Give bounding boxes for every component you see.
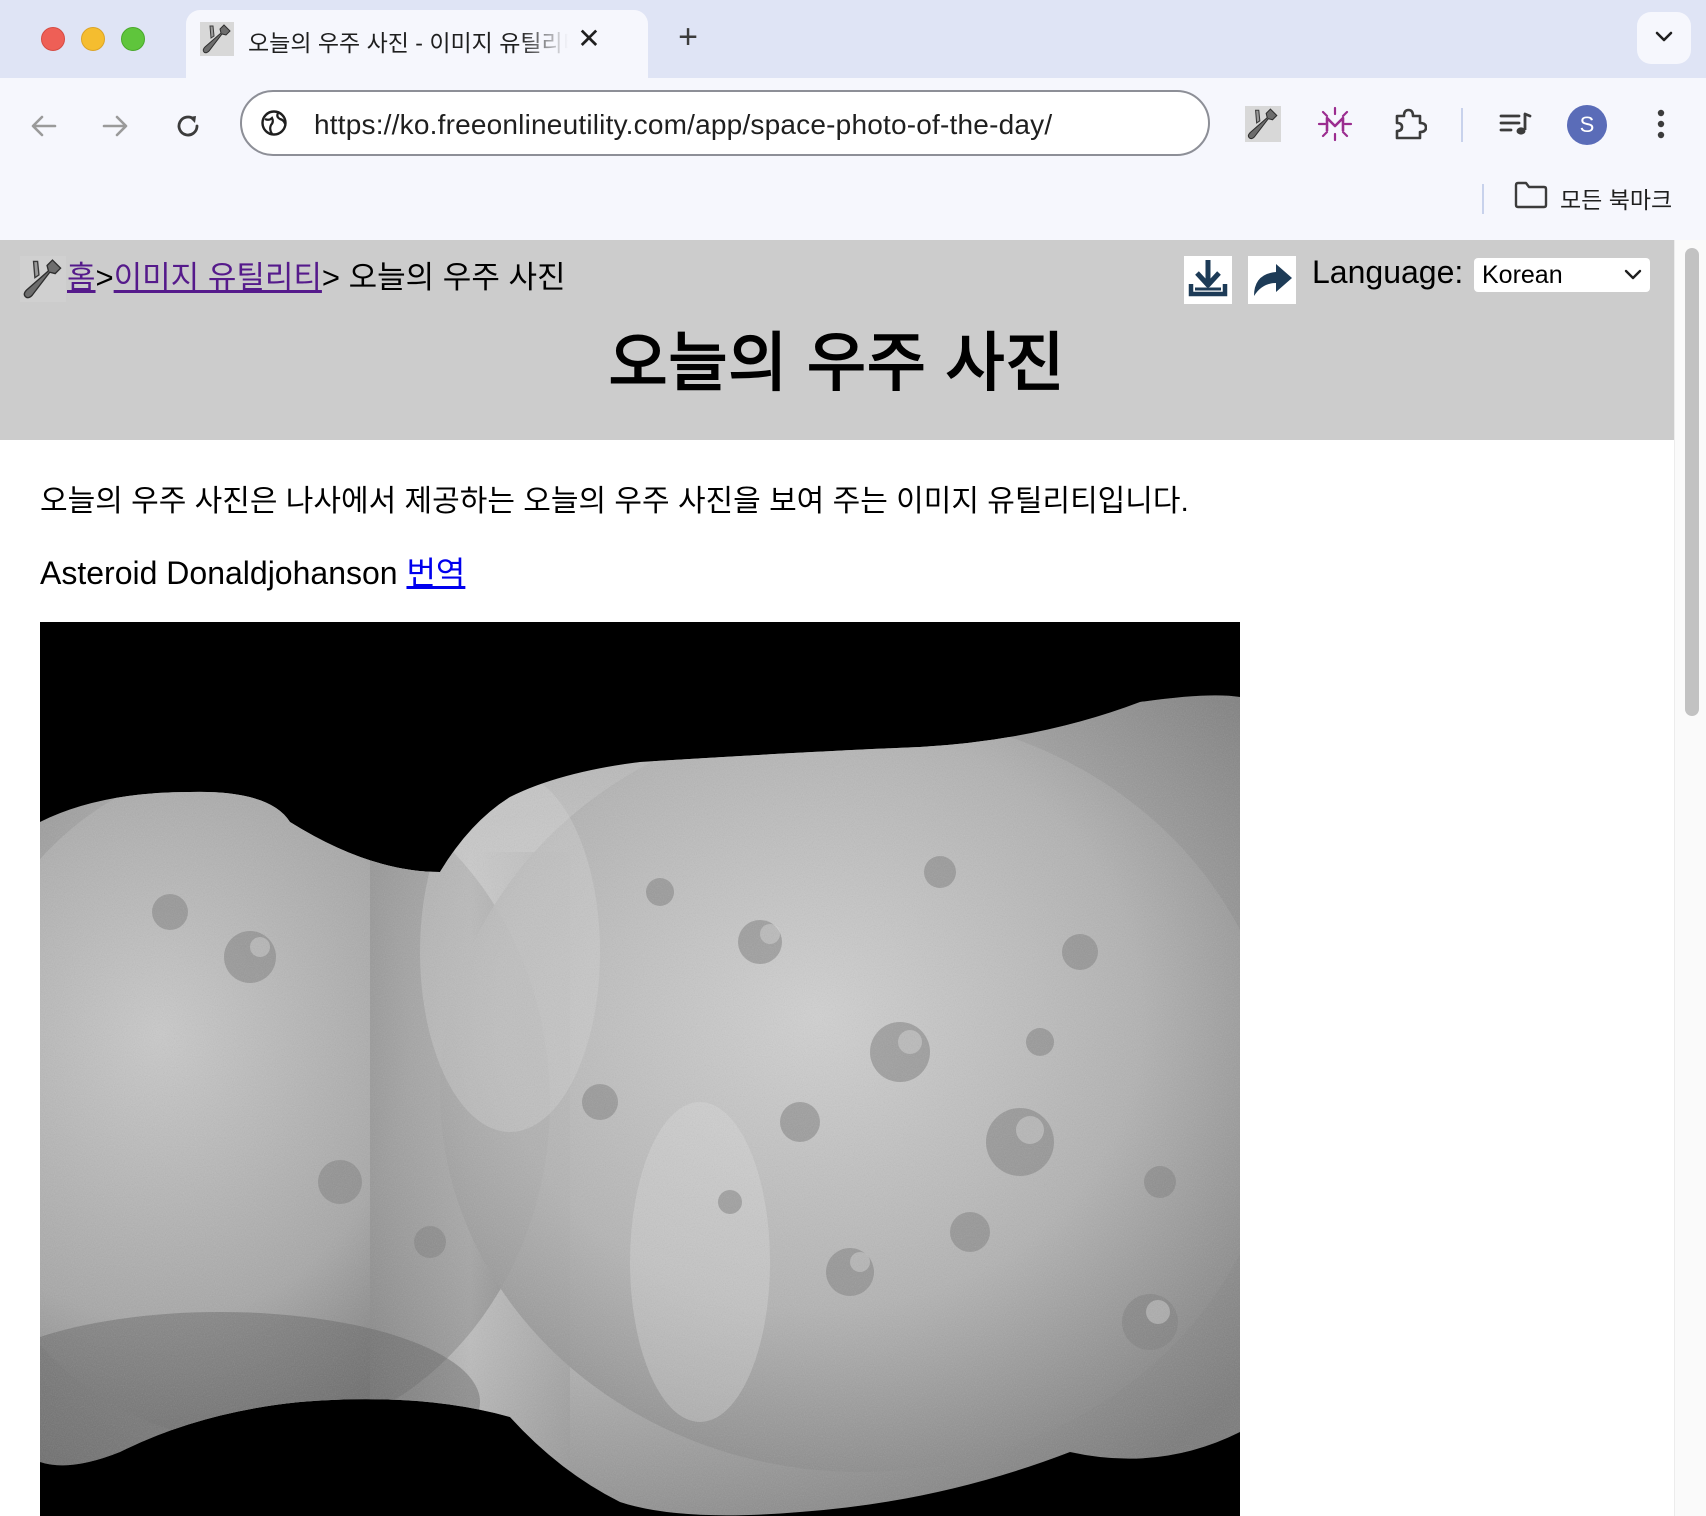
download-button[interactable] <box>1184 256 1232 304</box>
wrench-screwdriver-icon <box>200 22 234 56</box>
new-tab-button[interactable]: + <box>670 20 706 56</box>
puzzle-icon <box>1391 106 1428 147</box>
reload-icon <box>173 111 203 146</box>
breadcrumb-category-link[interactable]: 이미지 유틸리티 <box>114 260 322 295</box>
browser-menu-button[interactable] <box>1641 104 1681 148</box>
media-queue-icon <box>1497 106 1533 147</box>
photo-title-line: Asteroid Donaldjohanson 번역 <box>40 548 465 594</box>
arrow-left-icon <box>29 111 59 146</box>
toolbar-separator <box>1461 108 1463 142</box>
extensions-button[interactable] <box>1387 104 1431 148</box>
space-photo <box>40 622 1240 1516</box>
breadcrumb-separator: > <box>321 260 349 295</box>
zoom-window-button[interactable] <box>121 27 145 51</box>
extension-utility-button[interactable] <box>1241 104 1285 148</box>
page-header: 홈>이미지 유틸리티> 오늘의 우주 사진 Language: Korean 오… <box>0 240 1674 440</box>
photo-title: Asteroid Donaldjohanson <box>40 555 398 591</box>
active-tab[interactable]: 오늘의 우주 사진 - 이미지 유틸리티 ✕ <box>186 10 648 78</box>
chevron-down-icon <box>1622 261 1644 296</box>
chevron-down-icon <box>1653 25 1675 52</box>
translate-link[interactable]: 번역 <box>406 555 465 591</box>
share-arrow-icon <box>1250 256 1294 305</box>
page-description: 오늘의 우주 사진은 나사에서 제공하는 오늘의 우주 사진을 보여 주는 이미… <box>40 485 1189 518</box>
address-bar[interactable]: https://ko.freeonlineutility.com/app/spa… <box>240 90 1210 156</box>
all-bookmarks-button[interactable]: 모든 북마크 <box>1514 180 1672 216</box>
bookmarks-separator <box>1482 184 1484 214</box>
breadcrumb-separator: > <box>95 260 114 295</box>
language-select[interactable]: Korean <box>1474 258 1650 292</box>
page-title: 오늘의 우주 사진 <box>608 327 1066 399</box>
forward-button[interactable] <box>95 108 135 148</box>
back-button[interactable] <box>24 108 64 148</box>
globe-icon[interactable] <box>260 109 288 137</box>
breadcrumb-home-link[interactable]: 홈 <box>67 260 96 295</box>
share-button[interactable] <box>1248 256 1296 304</box>
breadcrumb-current: 오늘의 우주 사진 <box>348 260 566 295</box>
folder-icon <box>1514 181 1548 215</box>
language-selected-value: Korean <box>1482 261 1563 289</box>
browser-toolbar: https://ko.freeonlineutility.com/app/spa… <box>0 78 1706 241</box>
download-icon <box>1186 256 1230 305</box>
minimize-window-button[interactable] <box>81 27 105 51</box>
site-logo-icon[interactable] <box>20 256 66 302</box>
kebab-menu-icon <box>1656 107 1666 146</box>
sparkle-m-icon <box>1317 106 1353 147</box>
close-tab-icon[interactable]: ✕ <box>572 22 606 56</box>
tab-search-button[interactable] <box>1637 12 1691 64</box>
all-bookmarks-label: 모든 북마크 <box>1560 187 1673 213</box>
page-scrollbar[interactable] <box>1674 240 1706 1516</box>
arrow-right-icon <box>100 111 130 146</box>
breadcrumb: 홈>이미지 유틸리티> 오늘의 우주 사진 <box>67 252 566 297</box>
language-label: Language: <box>1312 254 1464 290</box>
tab-title: 오늘의 우주 사진 - 이미지 유틸리티 <box>248 30 568 54</box>
scrollbar-thumb[interactable] <box>1685 248 1699 716</box>
extension-sparkle-button[interactable] <box>1313 104 1357 148</box>
url-text: https://ko.freeonlineutility.com/app/spa… <box>314 109 1053 140</box>
tab-strip: 오늘의 우주 사진 - 이미지 유틸리티 ✕ + <box>0 0 1706 78</box>
wrench-screwdriver-icon <box>1245 105 1281 147</box>
reload-button[interactable] <box>168 108 208 148</box>
profile-avatar[interactable]: S <box>1567 105 1607 145</box>
close-window-button[interactable] <box>41 27 65 51</box>
media-controls-button[interactable] <box>1493 104 1537 148</box>
page-viewport: 홈>이미지 유틸리티> 오늘의 우주 사진 Language: Korean 오… <box>0 240 1674 1516</box>
